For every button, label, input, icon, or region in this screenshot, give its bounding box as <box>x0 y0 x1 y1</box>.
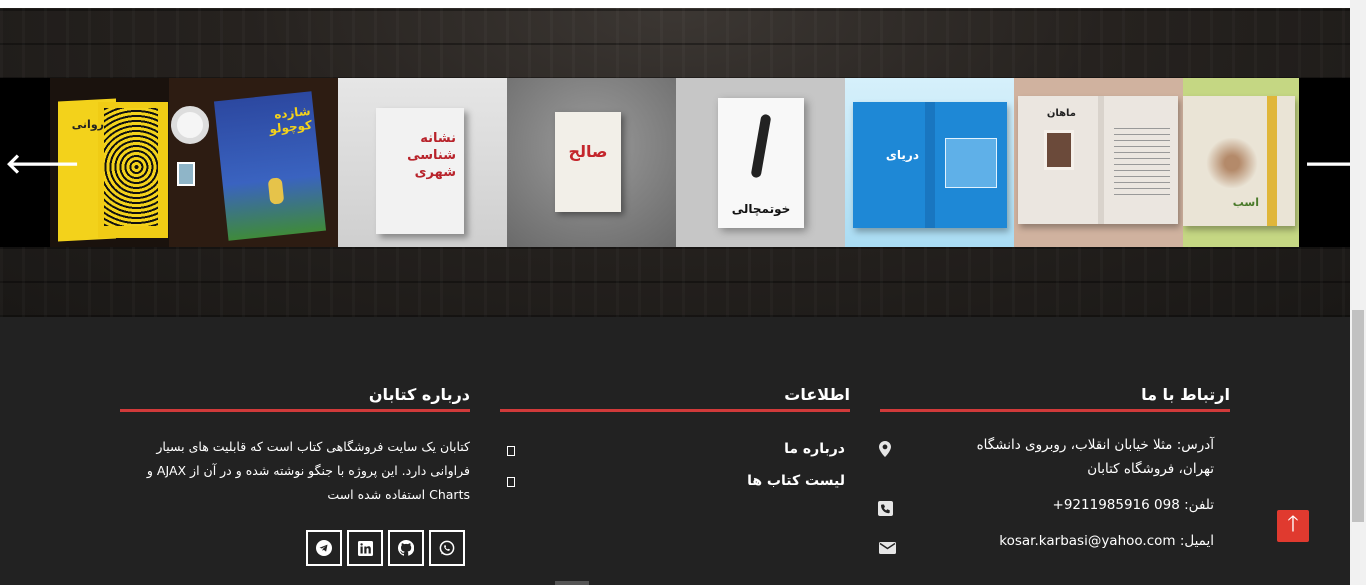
about-title-underline <box>120 409 470 412</box>
site-footer: ارتباط با ما آدرس: مثلا خیابان انقلاب، ر… <box>0 317 1350 585</box>
carousel-slide[interactable]: شازده کوچولو <box>169 78 338 247</box>
link-bullet-icon <box>507 477 515 487</box>
link-bullet-icon <box>507 446 515 456</box>
telegram-icon[interactable] <box>306 530 342 566</box>
contact-title-underline <box>880 409 1230 412</box>
carousel-next-arrow-icon[interactable]: 🡒 <box>1304 144 1366 184</box>
map-marker-icon <box>879 441 891 461</box>
envelope-icon <box>879 539 896 558</box>
about-text-line1: کتابان یک سایت فروشگاهی کتاب است که قابل… <box>156 439 470 454</box>
contact-email: ایمیل: kosar.karbasi@yahoo.com <box>999 533 1214 549</box>
slide-book-title: دریای <box>885 148 919 162</box>
scroll-to-top-button[interactable]: 🡑 <box>1277 510 1309 542</box>
book-carousel: روانی شازده کوچولو نشانه شناسی شهری صالح… <box>0 78 1366 247</box>
linkedin-icon[interactable] <box>347 530 383 566</box>
about-text-line2: فراوانی دارد. این پروژه با جنگو نوشته شد… <box>146 463 470 478</box>
slide-book-title: اسب <box>1232 196 1259 209</box>
carousel-slide[interactable]: ماهان <box>1014 78 1183 247</box>
whatsapp-icon[interactable] <box>429 530 465 566</box>
bottom-tab-handle <box>555 581 589 585</box>
carousel-slide[interactable]: صالح <box>507 78 676 247</box>
about-text-line3: Charts استفاده شده است <box>327 487 470 502</box>
contact-title: ارتباط با ما <box>1141 385 1230 404</box>
info-link-about-us[interactable]: درباره ما <box>640 441 845 457</box>
contact-phone: تلفن: 098 9211985916+ <box>1052 497 1214 513</box>
about-title: درباره کتابان <box>368 385 470 404</box>
info-title: اطلاعات <box>784 385 850 404</box>
contact-address-line2: تهران، فروشگاه کتابان <box>1087 461 1214 477</box>
slide-book-title: صالح <box>568 142 608 161</box>
info-title-underline <box>500 409 850 412</box>
slide-book-title: خوتمچالی <box>731 202 791 216</box>
slide-book-title: ماهان <box>1046 108 1076 119</box>
contact-address-line1: آدرس: مثلا خیابان انقلاب، روبروی دانشگاه <box>976 437 1214 453</box>
carousel-slide[interactable]: نشانه شناسی شهری <box>338 78 507 247</box>
slide-book-title: نشانه شناسی شهری <box>407 131 456 180</box>
page-scrollbar-thumb[interactable] <box>1352 310 1364 522</box>
github-icon[interactable] <box>388 530 424 566</box>
phone-icon <box>878 501 893 520</box>
carousel-slides: روانی شازده کوچولو نشانه شناسی شهری صالح… <box>50 78 1299 247</box>
carousel-prev-arrow-icon[interactable]: 🡐 <box>5 144 80 184</box>
carousel-slide[interactable]: اسب <box>1183 78 1299 247</box>
carousel-slide[interactable]: دریای <box>845 78 1014 247</box>
page-top-strip <box>0 0 1350 8</box>
info-link-book-list[interactable]: لیست کتاب ها <box>640 473 845 489</box>
carousel-slide[interactable]: خوتمچالی <box>676 78 845 247</box>
